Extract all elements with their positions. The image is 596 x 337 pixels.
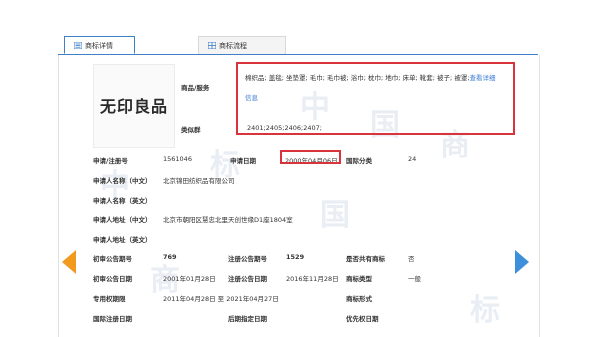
tab-trademark-process[interactable]: 商标流程 [198, 36, 286, 54]
exclusive-period-label: 专用权期限 [93, 295, 126, 303]
trademark-type-label: 商标类型 [346, 275, 372, 283]
goods-highlight-box [236, 62, 515, 135]
address-cn-label: 申请人地址（中文） [93, 216, 152, 224]
later-designation-date-label: 后期指定日期 [228, 315, 267, 323]
tab-label: 商标流程 [219, 42, 247, 50]
intl-class-label: 国际分类 [346, 157, 372, 165]
prelim-no-value: 769 [163, 253, 177, 261]
prelim-date-value: 2001年01月28日 [163, 275, 216, 283]
apply-date-label: 申请日期 [230, 157, 256, 165]
shared-trademark-label: 是否共有商标 [346, 255, 385, 263]
apply-date-highlight-box [280, 150, 341, 164]
table-grid-icon [208, 42, 216, 49]
reg-no-label: 申请/注册号 [93, 157, 128, 165]
similar-group-label: 类似群 [181, 126, 201, 134]
trademark-logo-text: 无印良品 [100, 97, 169, 116]
intl-class-value: 24 [408, 155, 417, 163]
trademark-type-value: 一般 [408, 275, 421, 283]
trademark-form-label: 商标形式 [346, 295, 372, 303]
prelim-date-label: 初审公告日期 [93, 275, 132, 283]
exclusive-period-value: 2011年04月28日 至 2021年04月27日 [163, 295, 279, 303]
prelim-no-label: 初审公告期号 [93, 255, 132, 263]
reg-pub-date-label: 注册公告日期 [228, 275, 267, 283]
trademark-image: 无印良品 [93, 64, 175, 148]
tab-trademark-details[interactable]: 商标详情 [64, 36, 135, 54]
goods-services-label: 商品/服务 [181, 84, 210, 92]
address-cn-value: 北京市朝阳区慧忠北里天创世缘D1座1804室 [163, 216, 293, 224]
reg-no-value: 1561046 [163, 155, 192, 163]
intl-reg-date-label: 国际注册日期 [93, 315, 132, 323]
reg-pub-no-value: 1529 [286, 253, 305, 261]
applicant-en-label: 申请人名称（英文） [93, 197, 152, 205]
next-arrow-icon[interactable] [515, 250, 529, 274]
prev-arrow-icon[interactable] [62, 250, 76, 274]
priority-date-label: 优先权日期 [346, 315, 379, 323]
reg-pub-date-value: 2016年11月28日 [286, 275, 339, 283]
tab-bar: 商标详情 商标流程 [58, 36, 538, 55]
shared-trademark-value: 否 [408, 255, 415, 263]
address-en-label: 申请人地址（英文） [93, 236, 152, 244]
applicant-cn-value: 北京锦田纺织品有限公司 [163, 177, 235, 185]
applicant-cn-label: 申请人名称（中文） [93, 177, 152, 185]
tab-label: 商标详情 [85, 42, 113, 50]
document-list-icon [74, 42, 82, 49]
reg-pub-no-label: 注册公告期号 [228, 255, 267, 263]
